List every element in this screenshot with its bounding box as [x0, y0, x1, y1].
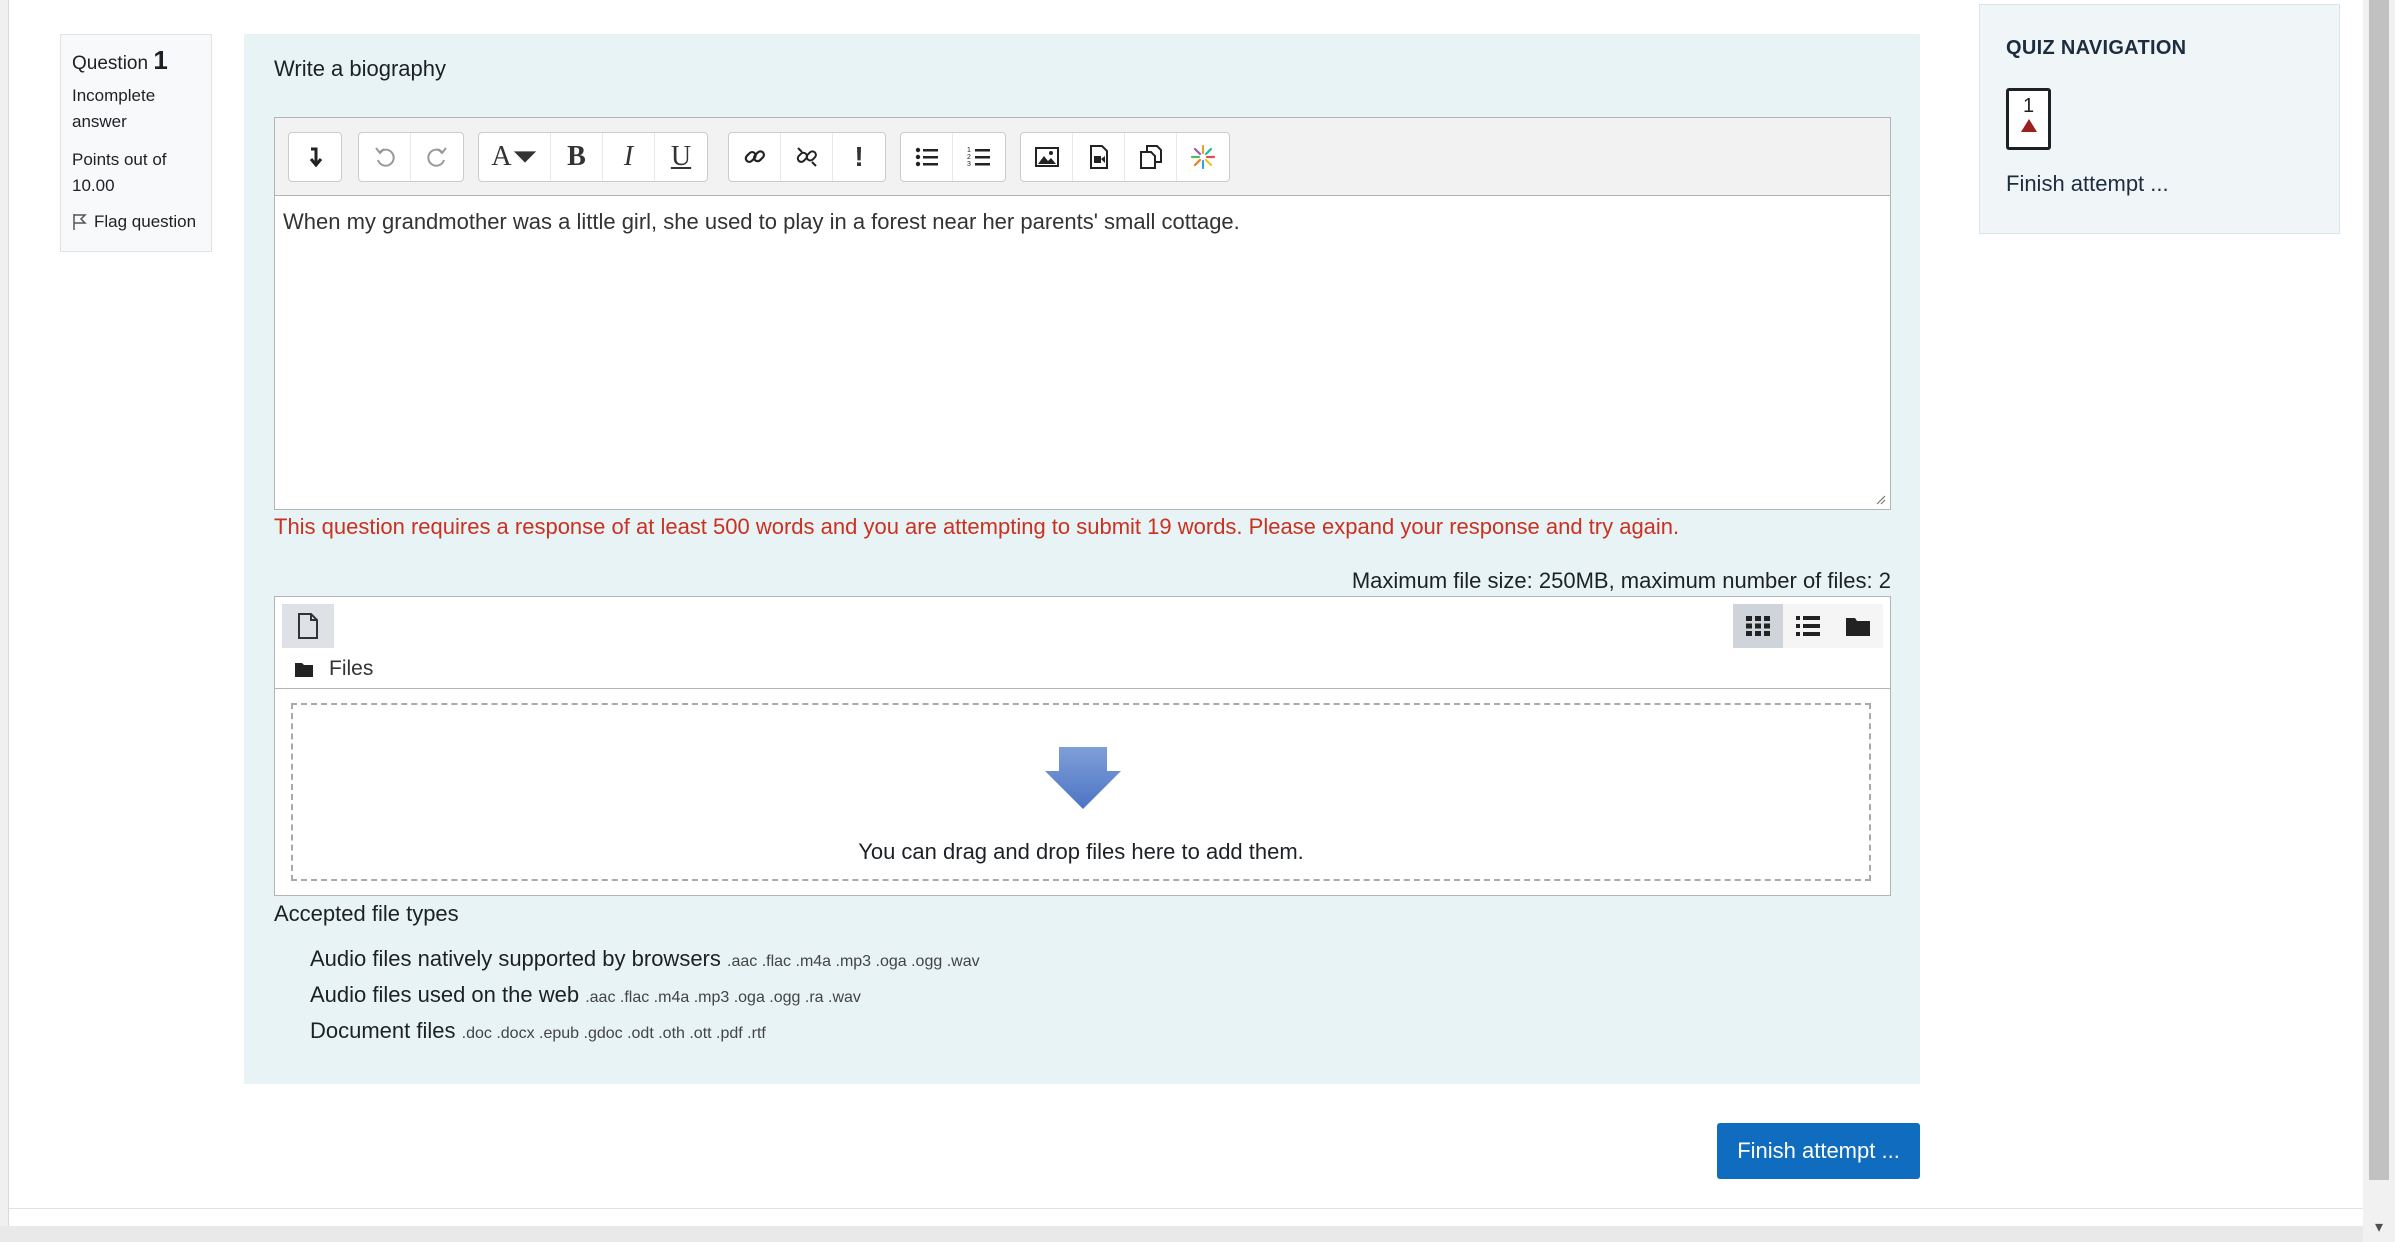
- page-left-edge: [0, 0, 9, 1242]
- numbered-list-icon: 123: [967, 147, 990, 168]
- drop-zone[interactable]: You can drag and drop files here to add …: [291, 703, 1871, 881]
- accepted-types-heading: Accepted file types: [274, 901, 459, 926]
- collapse-icon: [309, 147, 323, 168]
- unlink-button[interactable]: [781, 133, 833, 181]
- validation-error: This question requires a response of at …: [274, 514, 1680, 539]
- question-text: Write a biography: [274, 56, 447, 81]
- media-button[interactable]: [1073, 133, 1125, 181]
- list-item: Audio files natively supported by browse…: [310, 942, 980, 978]
- question-info: Question 1 Incomplete answer Points out …: [60, 34, 212, 252]
- image-icon: [1034, 147, 1059, 167]
- recorder-icon: [1190, 144, 1216, 170]
- editor-toolbar: A B I U ! 123: [275, 118, 1890, 196]
- redo-icon: [427, 147, 447, 167]
- question-grade: Points out of 10.00: [72, 150, 167, 195]
- file-type-name: Audio files used on the web: [310, 982, 580, 1007]
- toolbar-group-media: [1020, 132, 1230, 182]
- finish-attempt-button[interactable]: Finish attempt ...: [1717, 1123, 1920, 1179]
- toolbar-group-lists: 123: [900, 132, 1006, 182]
- quiz-nav-question-button[interactable]: 1: [2006, 88, 2051, 150]
- file-type-extensions: .doc .docx .epub .gdoc .odt .oth .ott .p…: [461, 1025, 766, 1042]
- emoji-button[interactable]: !: [833, 133, 885, 181]
- quiz-nav-finish-link[interactable]: Finish attempt ...: [2006, 171, 2169, 197]
- underline-icon: U: [670, 141, 692, 172]
- link-icon: [744, 150, 765, 164]
- emoji-icon: !: [854, 141, 864, 172]
- underline-button[interactable]: U: [655, 133, 707, 181]
- font-style-button[interactable]: A: [479, 133, 551, 181]
- toolbar-group-links: !: [728, 132, 886, 182]
- horizontal-scrollbar[interactable]: [0, 1226, 2363, 1242]
- resize-handle-icon[interactable]: [1874, 493, 1886, 505]
- unlink-icon: [796, 147, 817, 167]
- chevron-down-icon: [513, 151, 536, 163]
- file-type-name: Document files: [310, 1018, 456, 1043]
- add-file-icon: [298, 613, 318, 639]
- redo-button[interactable]: [411, 133, 463, 181]
- italic-button[interactable]: I: [603, 133, 655, 181]
- question-number-line: Question 1: [72, 47, 200, 77]
- file-limits: Maximum file size: 250MB, maximum number…: [1351, 568, 1891, 593]
- toolbar-group-collapse: [288, 132, 342, 182]
- flag-triangle-icon: [2020, 119, 2037, 132]
- bullet-list-button[interactable]: [901, 133, 953, 181]
- grid-view-button[interactable]: [1733, 604, 1783, 648]
- svg-text:1: 1: [967, 147, 971, 154]
- manage-files-button[interactable]: [1125, 133, 1177, 181]
- media-icon: [1089, 145, 1108, 169]
- tree-view-icon: [1846, 618, 1870, 636]
- file-manager-toolbar: Files: [275, 597, 1890, 689]
- answer-textarea[interactable]: When my grandmother was a little girl, s…: [275, 197, 1890, 509]
- file-type-extensions: .aac .flac .m4a .mp3 .oga .ogg .ra .wav: [585, 989, 861, 1006]
- flag-icon: [73, 214, 87, 230]
- question-content: Write a biography A B I U ! 1 2 3 When m…: [244, 34, 1920, 1084]
- scrollbar-thumb[interactable]: [2369, 0, 2389, 1180]
- question-label: Question: [72, 53, 149, 74]
- accepted-types-list: Audio files natively supported by browse…: [310, 942, 980, 1050]
- bullet-list-icon: [915, 147, 938, 167]
- file-path: Files: [295, 657, 373, 681]
- quiz-navigation-title: QUIZ NAVIGATION: [2006, 37, 2187, 59]
- bold-button[interactable]: B: [551, 133, 603, 181]
- recorder-button[interactable]: [1177, 133, 1229, 181]
- list-view-button[interactable]: [1783, 604, 1833, 648]
- collapse-button[interactable]: [289, 133, 341, 181]
- drop-arrow-icon: [1045, 747, 1121, 809]
- undo-icon: [374, 147, 395, 167]
- file-manager: Files You can drag and drop files here t…: [274, 596, 1891, 896]
- quiz-navigation-block: QUIZ NAVIGATION 1 Finish attempt ...: [1979, 4, 2340, 234]
- file-type-name: Audio files natively supported by browse…: [310, 946, 721, 971]
- question-state: Incomplete answer: [72, 86, 156, 131]
- numbered-list-button[interactable]: 123: [953, 133, 1005, 181]
- add-file-button[interactable]: [282, 604, 334, 648]
- view-switcher: [1733, 604, 1883, 648]
- image-button[interactable]: [1021, 133, 1073, 181]
- scroll-down-icon[interactable]: ▾: [2363, 1212, 2395, 1242]
- folder-icon: [295, 662, 313, 677]
- list-view-icon: [1796, 616, 1820, 636]
- toolbar-group-format: A B I U: [478, 132, 708, 182]
- flag-question-label: Flag question: [94, 212, 197, 231]
- manage-files-icon: [1139, 145, 1162, 169]
- link-button[interactable]: [729, 133, 781, 181]
- tree-view-button[interactable]: [1833, 604, 1883, 648]
- list-item: Document files .doc .docx .epub .gdoc .o…: [310, 1014, 980, 1050]
- vertical-scrollbar[interactable]: ▾: [2363, 0, 2395, 1242]
- undo-button[interactable]: [359, 133, 411, 181]
- question-number: 1: [153, 45, 168, 75]
- grid-view-icon: [1746, 616, 1770, 636]
- file-path-label[interactable]: Files: [329, 657, 373, 681]
- list-item: Audio files used on the web .aac .flac .…: [310, 978, 980, 1014]
- font-style-icon: A: [491, 141, 512, 172]
- drop-zone-text: You can drag and drop files here to add …: [858, 839, 1304, 864]
- italic-icon: I: [623, 141, 634, 172]
- quiz-nav-question-number: 1: [2022, 95, 2035, 117]
- bold-icon: B: [567, 141, 586, 172]
- svg-text:3: 3: [967, 161, 971, 168]
- file-type-extensions: .aac .flac .m4a .mp3 .oga .ogg .wav: [727, 953, 980, 970]
- svg-text:2: 2: [967, 154, 971, 161]
- toolbar-group-history: [358, 132, 464, 182]
- text-editor: A B I U ! 123 When my grandmother was a …: [274, 117, 1891, 510]
- flag-question-button[interactable]: Flag question: [72, 209, 200, 235]
